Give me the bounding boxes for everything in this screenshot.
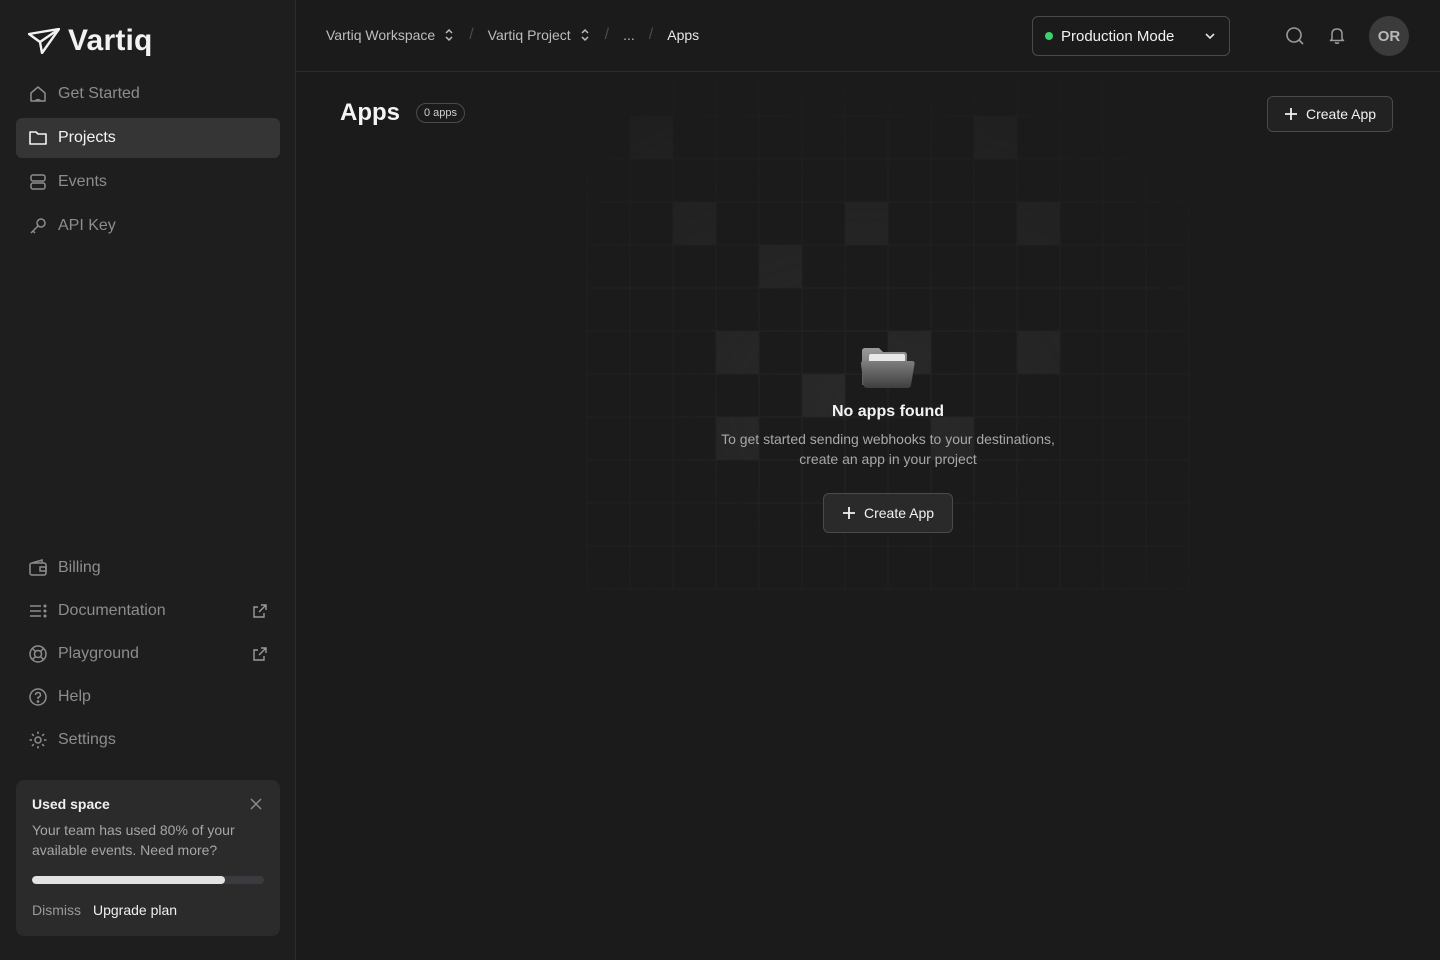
mode-status-dot [1045,32,1053,40]
main-content: Apps 0 apps Create App No apps found To … [296,73,1440,960]
breadcrumb-project-label: Vartiq Project [487,27,571,43]
external-link-icon [253,604,267,618]
breadcrumb-current-label: Apps [667,27,700,43]
chevron-up-down-icon [581,28,589,42]
grid-cell [845,202,888,245]
upgrade-plan-link[interactable]: Upgrade plan [93,902,177,918]
breadcrumb-project[interactable]: Vartiq Project [488,27,591,43]
empty-state-description-line-2: create an app in your project [799,451,977,467]
search-icon[interactable] [1285,26,1305,46]
chevron-up-down-icon [445,28,453,42]
apps-count-badge: 0 apps [416,103,466,123]
nav-item-api-key[interactable]: API Key [16,206,280,246]
chevron-down-icon [1205,33,1215,40]
nav-label: Settings [58,731,116,748]
nav-label: Projects [58,129,116,146]
breadcrumb-workspace-label: Vartiq Workspace [326,27,436,43]
usage-progress-bar [32,876,264,884]
page-title: Apps [340,99,400,126]
nav-label: Billing [58,559,101,576]
create-app-label: Create App [863,505,935,521]
breadcrumb-ellipsis[interactable]: ... [623,27,635,43]
key-icon [30,218,46,234]
external-link-icon [253,647,267,661]
mode-select[interactable]: Production Mode [1032,16,1230,56]
usage-progress-fill [32,876,225,884]
folder-icon [29,131,47,145]
avatar[interactable]: OR [1369,16,1409,56]
nav-item-events[interactable]: Events [16,162,280,202]
empty-state-title: No apps found [832,403,944,420]
stack-icon [30,174,46,190]
create-app-button[interactable]: Create App [1267,96,1393,132]
secondary-nav: Billing Documentation Playground Help Se… [16,548,280,763]
sidebar: Vartiq Get Started Projects Events API K… [0,0,296,960]
breadcrumb: Vartiq Workspace / Vartiq Project / ... … [326,26,699,44]
brand-logo[interactable]: Vartiq [28,24,153,58]
grid-cell [759,245,802,288]
usage-card: Used space Your team has used 80% of you… [16,780,280,936]
dismiss-link[interactable]: Dismiss [32,902,81,918]
nav-label: API Key [58,217,116,234]
empty-state-description-line-1: To get started sending webhooks to your … [721,431,1055,447]
wallet-icon [29,558,47,576]
nav-item-projects[interactable]: Projects [16,118,280,158]
grid-cell [974,116,1017,159]
nav-label: Get Started [58,85,140,102]
open-folder-icon [860,348,915,388]
nav-item-billing[interactable]: Billing [16,548,280,588]
breadcrumb-separator: / [604,26,610,43]
home-icon [30,86,46,102]
create-app-label: Create App [1305,106,1377,122]
gear-icon [29,731,47,749]
empty-state-create-app-button[interactable]: Create App [823,493,953,533]
lifebuoy-icon [29,645,47,663]
nav-label: Documentation [58,602,166,619]
paper-plane-logo-icon [28,28,60,54]
nav-item-help[interactable]: Help [16,677,280,717]
grid-cell [673,202,716,245]
mode-label: Production Mode [1061,27,1175,45]
plus-icon [842,507,855,519]
nav-item-documentation[interactable]: Documentation [16,591,280,631]
usage-title: Used space [32,796,110,812]
nav-label: Help [58,688,91,705]
breadcrumb-separator: / [648,26,654,43]
nav-label: Events [58,173,107,190]
nav-item-playground[interactable]: Playground [16,634,280,674]
list-icon [30,604,47,618]
breadcrumb-ellipsis-label: ... [623,27,635,43]
page-header: Apps 0 apps [340,99,466,127]
breadcrumb-current: Apps [667,27,699,43]
breadcrumb-separator: / [469,26,474,43]
nav-label: Playground [58,645,139,662]
nav-item-settings[interactable]: Settings [16,720,280,760]
close-icon[interactable] [250,798,262,810]
primary-nav: Get Started Projects Events API Key [16,74,280,250]
usage-description: Your team has used 80% of your available… [32,822,235,858]
grid-cell [630,116,673,159]
brand-name: Vartiq [68,24,153,57]
breadcrumb-workspace[interactable]: Vartiq Workspace [326,27,455,43]
grid-cell [1017,202,1060,245]
nav-item-get-started[interactable]: Get Started [16,74,280,114]
empty-state: No apps found To get started sending web… [688,345,1088,533]
topbar: Vartiq Workspace / Vartiq Project / ... … [296,0,1440,72]
bell-icon[interactable] [1327,25,1347,45]
help-icon [29,688,47,706]
plus-icon [1284,108,1297,120]
